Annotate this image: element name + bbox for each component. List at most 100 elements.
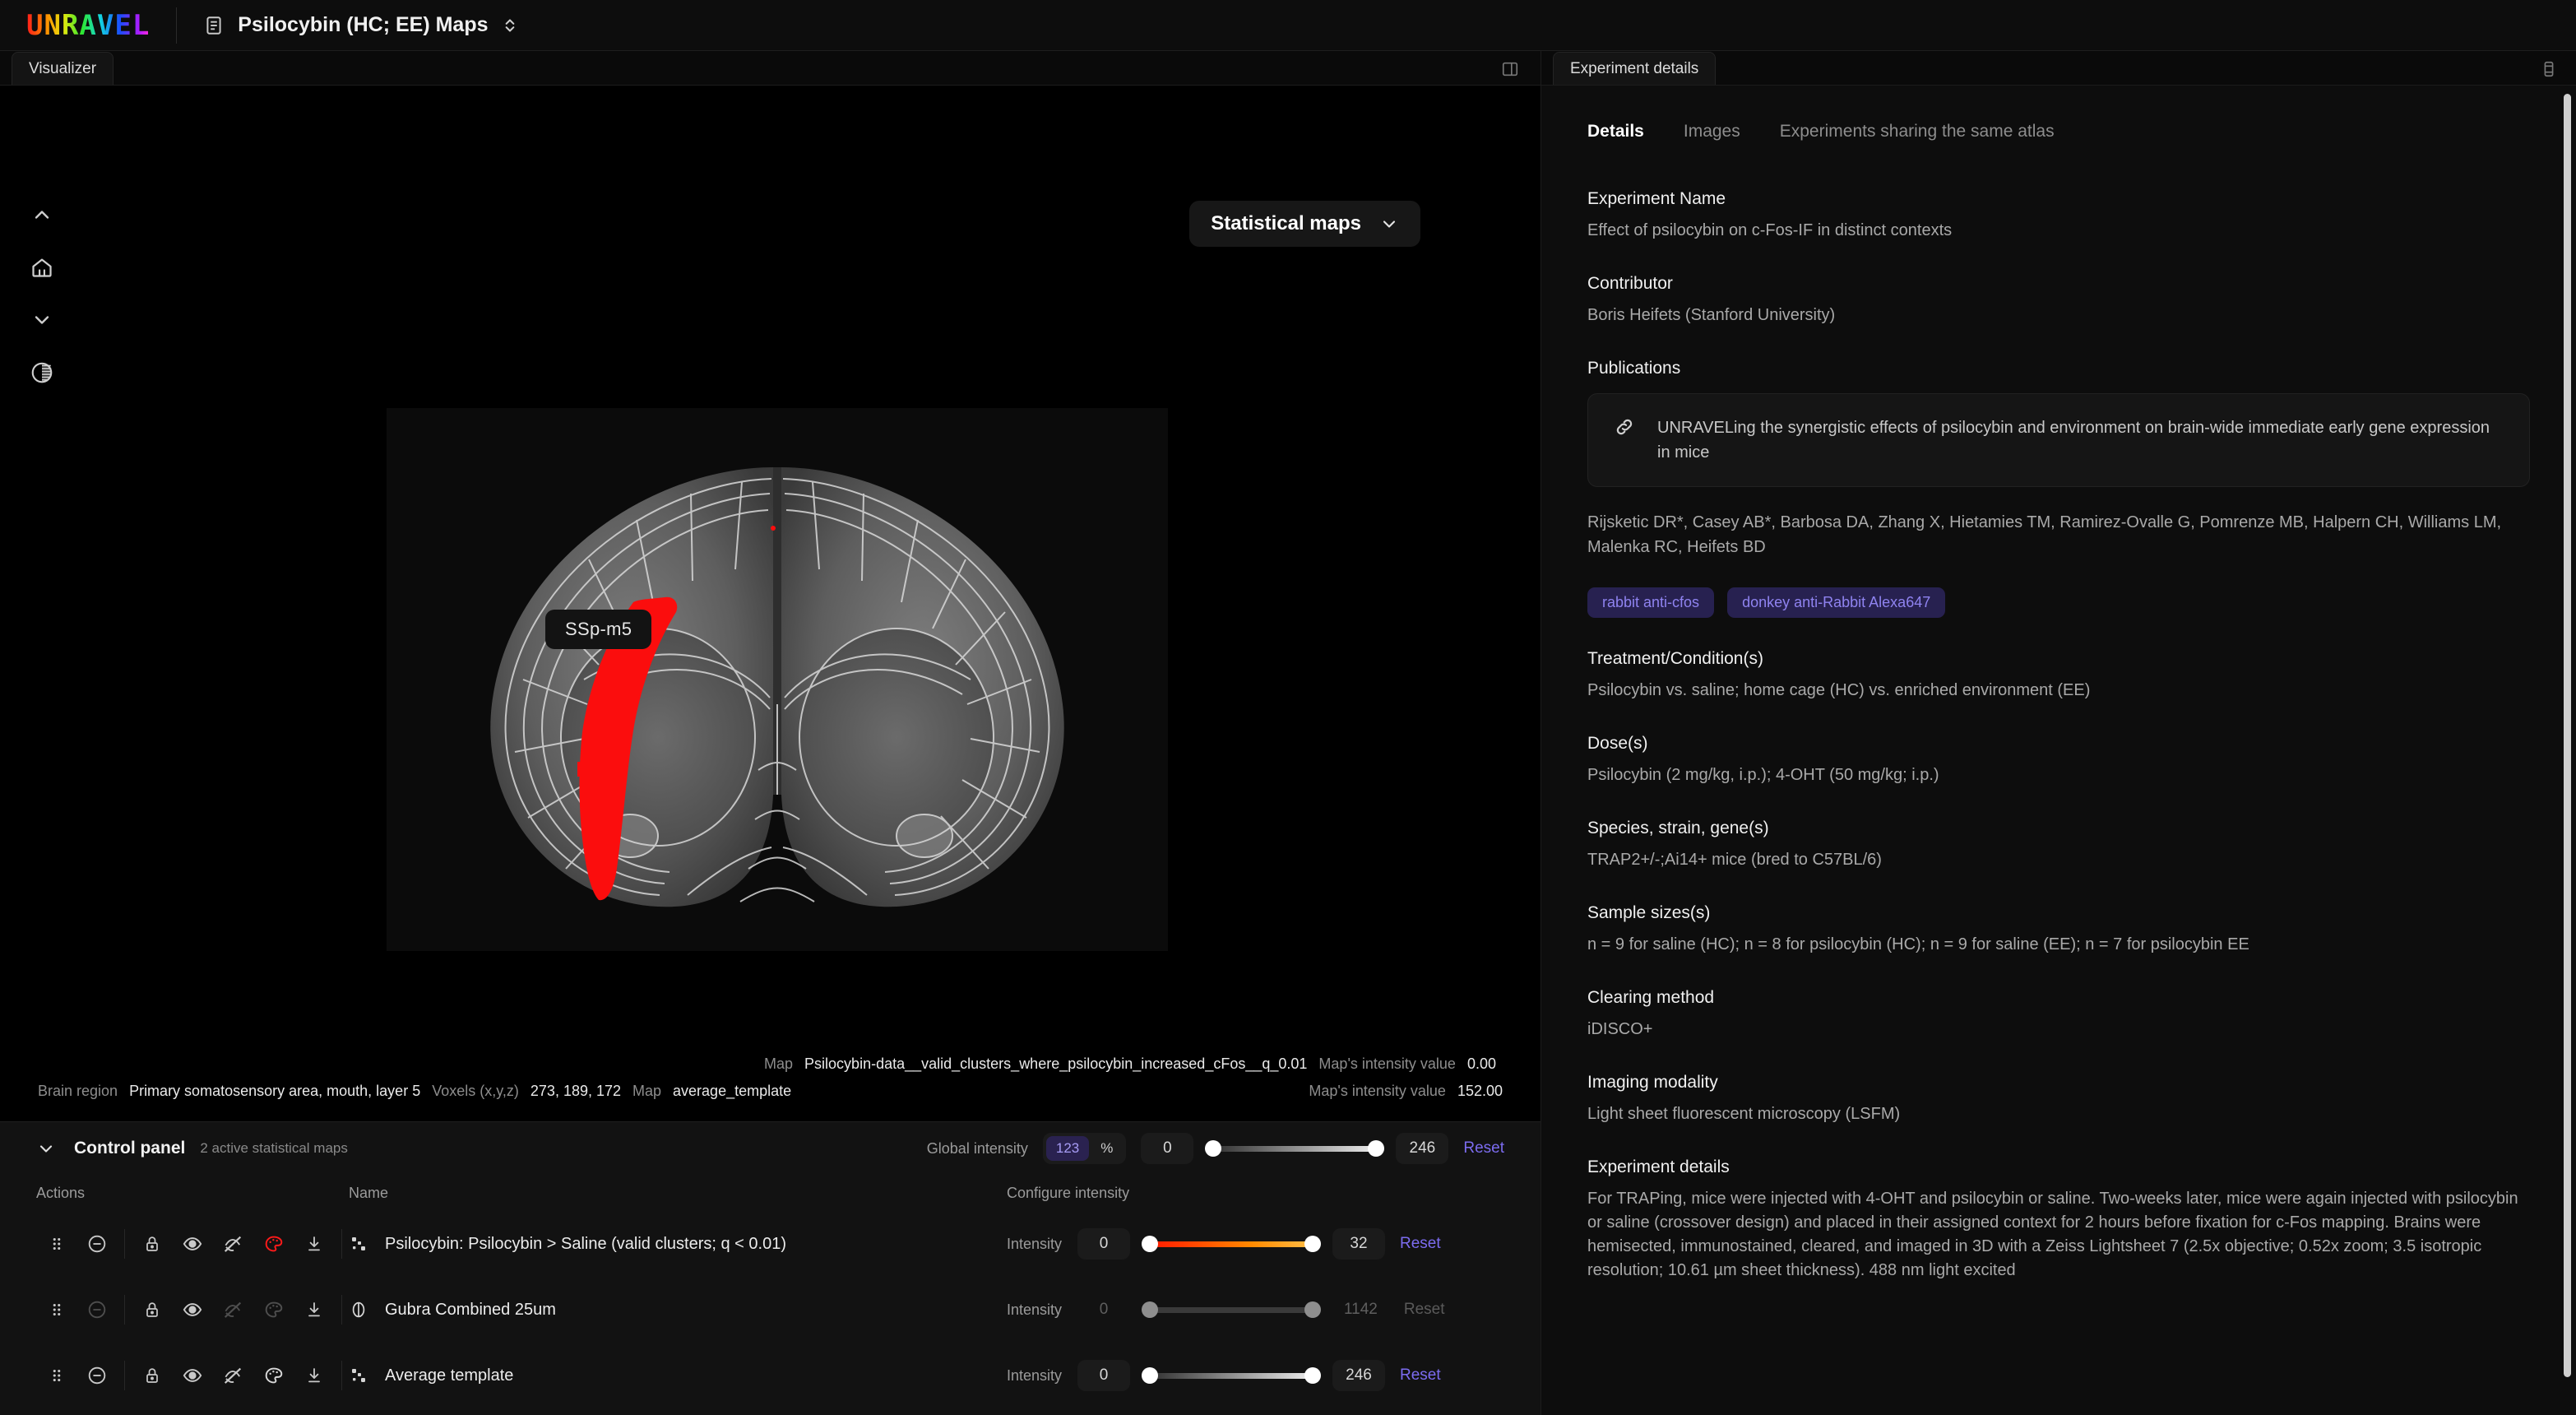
table-row[interactable]: Gubra Combined 25um Intensity 0 1142 Res…: [36, 1277, 1504, 1343]
subtab-images[interactable]: Images: [1684, 122, 1740, 146]
lock-icon[interactable]: [132, 1359, 172, 1392]
row-reset-button[interactable]: Reset: [1400, 1366, 1441, 1385]
row-reset-button: Reset: [1403, 1301, 1445, 1318]
minus-circle-icon[interactable]: [76, 1359, 117, 1392]
voxels-value: 273, 189, 172: [530, 1083, 622, 1099]
slider-knob-max[interactable]: [1368, 1140, 1385, 1157]
palette-icon[interactable]: [253, 1359, 294, 1392]
global-max-value[interactable]: 246: [1396, 1133, 1449, 1164]
slider-knob-min[interactable]: [1142, 1367, 1158, 1384]
details-value: For TRAPing, mice were injected with 4-O…: [1587, 1190, 2518, 1279]
row-intensity-slider: [1142, 1301, 1321, 1319]
chevron-up-down-icon[interactable]: [502, 15, 518, 36]
statistical-maps-label: Statistical maps: [1211, 212, 1361, 234]
palette-icon[interactable]: [253, 1227, 294, 1260]
row-name-text: Gubra Combined 25um: [385, 1300, 556, 1319]
row-reset-button[interactable]: Reset: [1400, 1235, 1441, 1253]
global-reset-button[interactable]: Reset: [1463, 1139, 1504, 1158]
row-name-cell: Psilocybin: Psilocybin > Saline (valid c…: [349, 1234, 1007, 1254]
mode-percent-button[interactable]: %: [1091, 1136, 1123, 1161]
info-row-top: Map Psilocybin-data__valid_clusters_wher…: [38, 1055, 1503, 1073]
slider-track: [1208, 1145, 1382, 1152]
treatment-label: Treatment/Condition(s): [1587, 649, 1763, 668]
table-row[interactable]: Psilocybin: Psilocybin > Saline (valid c…: [36, 1211, 1504, 1277]
visualizer-canvas[interactable]: Statistical maps SSp-m5 Map Psilocybin-d…: [0, 86, 1541, 1121]
species-value: TRAP2+/-;Ai14+ mice (bred to C57BL/6): [1587, 851, 1882, 869]
subtab-shared-atlas[interactable]: Experiments sharing the same atlas: [1780, 122, 2055, 146]
slider-knob-min[interactable]: [1205, 1140, 1222, 1157]
intensity-label-top: Map's intensity value: [1318, 1055, 1456, 1072]
row-intensity-cell: Intensity 0 246 Reset: [1007, 1360, 1504, 1391]
global-min-value[interactable]: 0: [1141, 1133, 1194, 1164]
tag-primary-antibody[interactable]: rabbit anti-cfos: [1587, 587, 1715, 618]
field-contributor: Contributor Boris Heifets (Stanford Univ…: [1587, 274, 2530, 327]
tag-secondary-antibody[interactable]: donkey anti-Rabbit Alexa647: [1727, 587, 1946, 618]
voxels-label: Voxels (x,y,z): [432, 1083, 519, 1099]
contrast-icon[interactable]: [28, 359, 56, 387]
details-scrollbar[interactable]: [2564, 94, 2571, 1377]
action-divider: [123, 1361, 125, 1390]
mode-numeric-button[interactable]: 123: [1045, 1136, 1090, 1161]
intensity-mode-toggle[interactable]: 123 %: [1042, 1133, 1127, 1164]
download-icon[interactable]: [294, 1293, 335, 1326]
app-header: UNRAVEL Psilocybin (HC; EE) Maps: [0, 0, 2576, 51]
minus-circle-icon: [76, 1293, 117, 1326]
unravel-logo: UNRAVEL: [26, 8, 151, 42]
eye-off-icon[interactable]: [213, 1359, 253, 1392]
subtab-details[interactable]: Details: [1587, 122, 1644, 146]
species-label: Species, strain, gene(s): [1587, 819, 1769, 837]
row-max-value[interactable]: 246: [1332, 1360, 1385, 1391]
imaging-label: Imaging modality: [1587, 1073, 1718, 1092]
slider-knob-min[interactable]: [1142, 1236, 1158, 1252]
column-name: Name: [349, 1184, 389, 1201]
row-name-cell: Average template: [349, 1366, 1007, 1385]
row-min-value[interactable]: 0: [1077, 1360, 1130, 1391]
slider-knob-max[interactable]: [1304, 1367, 1321, 1384]
experiment-name-label: Experiment Name: [1587, 189, 1726, 208]
drag-handle-icon[interactable]: [36, 1359, 76, 1392]
tab-visualizer[interactable]: Visualizer: [12, 52, 114, 85]
eye-icon[interactable]: [172, 1359, 212, 1392]
row-actions: [36, 1227, 349, 1260]
field-species: Species, strain, gene(s) TRAP2+/-;Ai14+ …: [1587, 819, 2530, 872]
publication-card[interactable]: UNRAVELing the synergistic effects of ps…: [1587, 393, 2530, 487]
map-label-top: Map: [764, 1055, 794, 1072]
chevron-down-icon: [1379, 214, 1399, 234]
lock-icon[interactable]: [132, 1227, 172, 1260]
control-panel-header[interactable]: Control panel 2 active statistical maps …: [0, 1122, 1541, 1175]
row-min-value[interactable]: 0: [1077, 1228, 1130, 1260]
statistical-maps-dropdown[interactable]: Statistical maps: [1189, 201, 1420, 247]
clearing-label: Clearing method: [1587, 988, 1715, 1007]
field-experiment-name: Experiment Name Effect of psilocybin on …: [1587, 189, 2530, 243]
map-value-top: Psilocybin-data__valid_clusters_where_ps…: [804, 1055, 1308, 1072]
row-intensity-slider[interactable]: [1142, 1366, 1321, 1385]
eye-off-icon[interactable]: [213, 1227, 253, 1260]
drag-handle-icon[interactable]: [36, 1227, 76, 1260]
download-icon[interactable]: [294, 1227, 335, 1260]
minus-circle-icon[interactable]: [76, 1227, 117, 1260]
download-icon[interactable]: [294, 1359, 335, 1392]
antibody-tags: rabbit anti-cfos donkey anti-Rabbit Alex…: [1587, 587, 2530, 618]
document-selector[interactable]: Psilocybin (HC; EE) Maps: [203, 13, 517, 37]
chevron-down-icon[interactable]: [36, 1139, 56, 1158]
slider-knob-max[interactable]: [1304, 1236, 1321, 1252]
brain-slice-image[interactable]: [387, 408, 1168, 951]
chevron-down-icon[interactable]: [28, 306, 56, 334]
panel-layout-icon[interactable]: [1501, 60, 1519, 78]
eye-icon[interactable]: [172, 1293, 212, 1326]
experiment-details-pane: Experiment details Details Images Experi…: [1541, 51, 2576, 1415]
home-icon[interactable]: [28, 253, 56, 281]
panel-layout-icon[interactable]: [2540, 60, 2558, 78]
publications-label: Publications: [1587, 359, 1681, 378]
global-intensity-slider[interactable]: [1205, 1139, 1385, 1158]
tab-experiment-details[interactable]: Experiment details: [1553, 52, 1717, 85]
slider-track: [1145, 1306, 1318, 1313]
drag-handle-icon[interactable]: [36, 1293, 76, 1326]
lock-icon[interactable]: [132, 1293, 172, 1326]
row-max-value[interactable]: 32: [1332, 1228, 1385, 1260]
action-divider: [123, 1295, 125, 1325]
row-intensity-slider[interactable]: [1142, 1235, 1321, 1253]
table-row[interactable]: Average template Intensity 0 246 Reset: [36, 1343, 1504, 1408]
chevron-up-icon[interactable]: [28, 201, 56, 229]
eye-icon[interactable]: [172, 1227, 212, 1260]
